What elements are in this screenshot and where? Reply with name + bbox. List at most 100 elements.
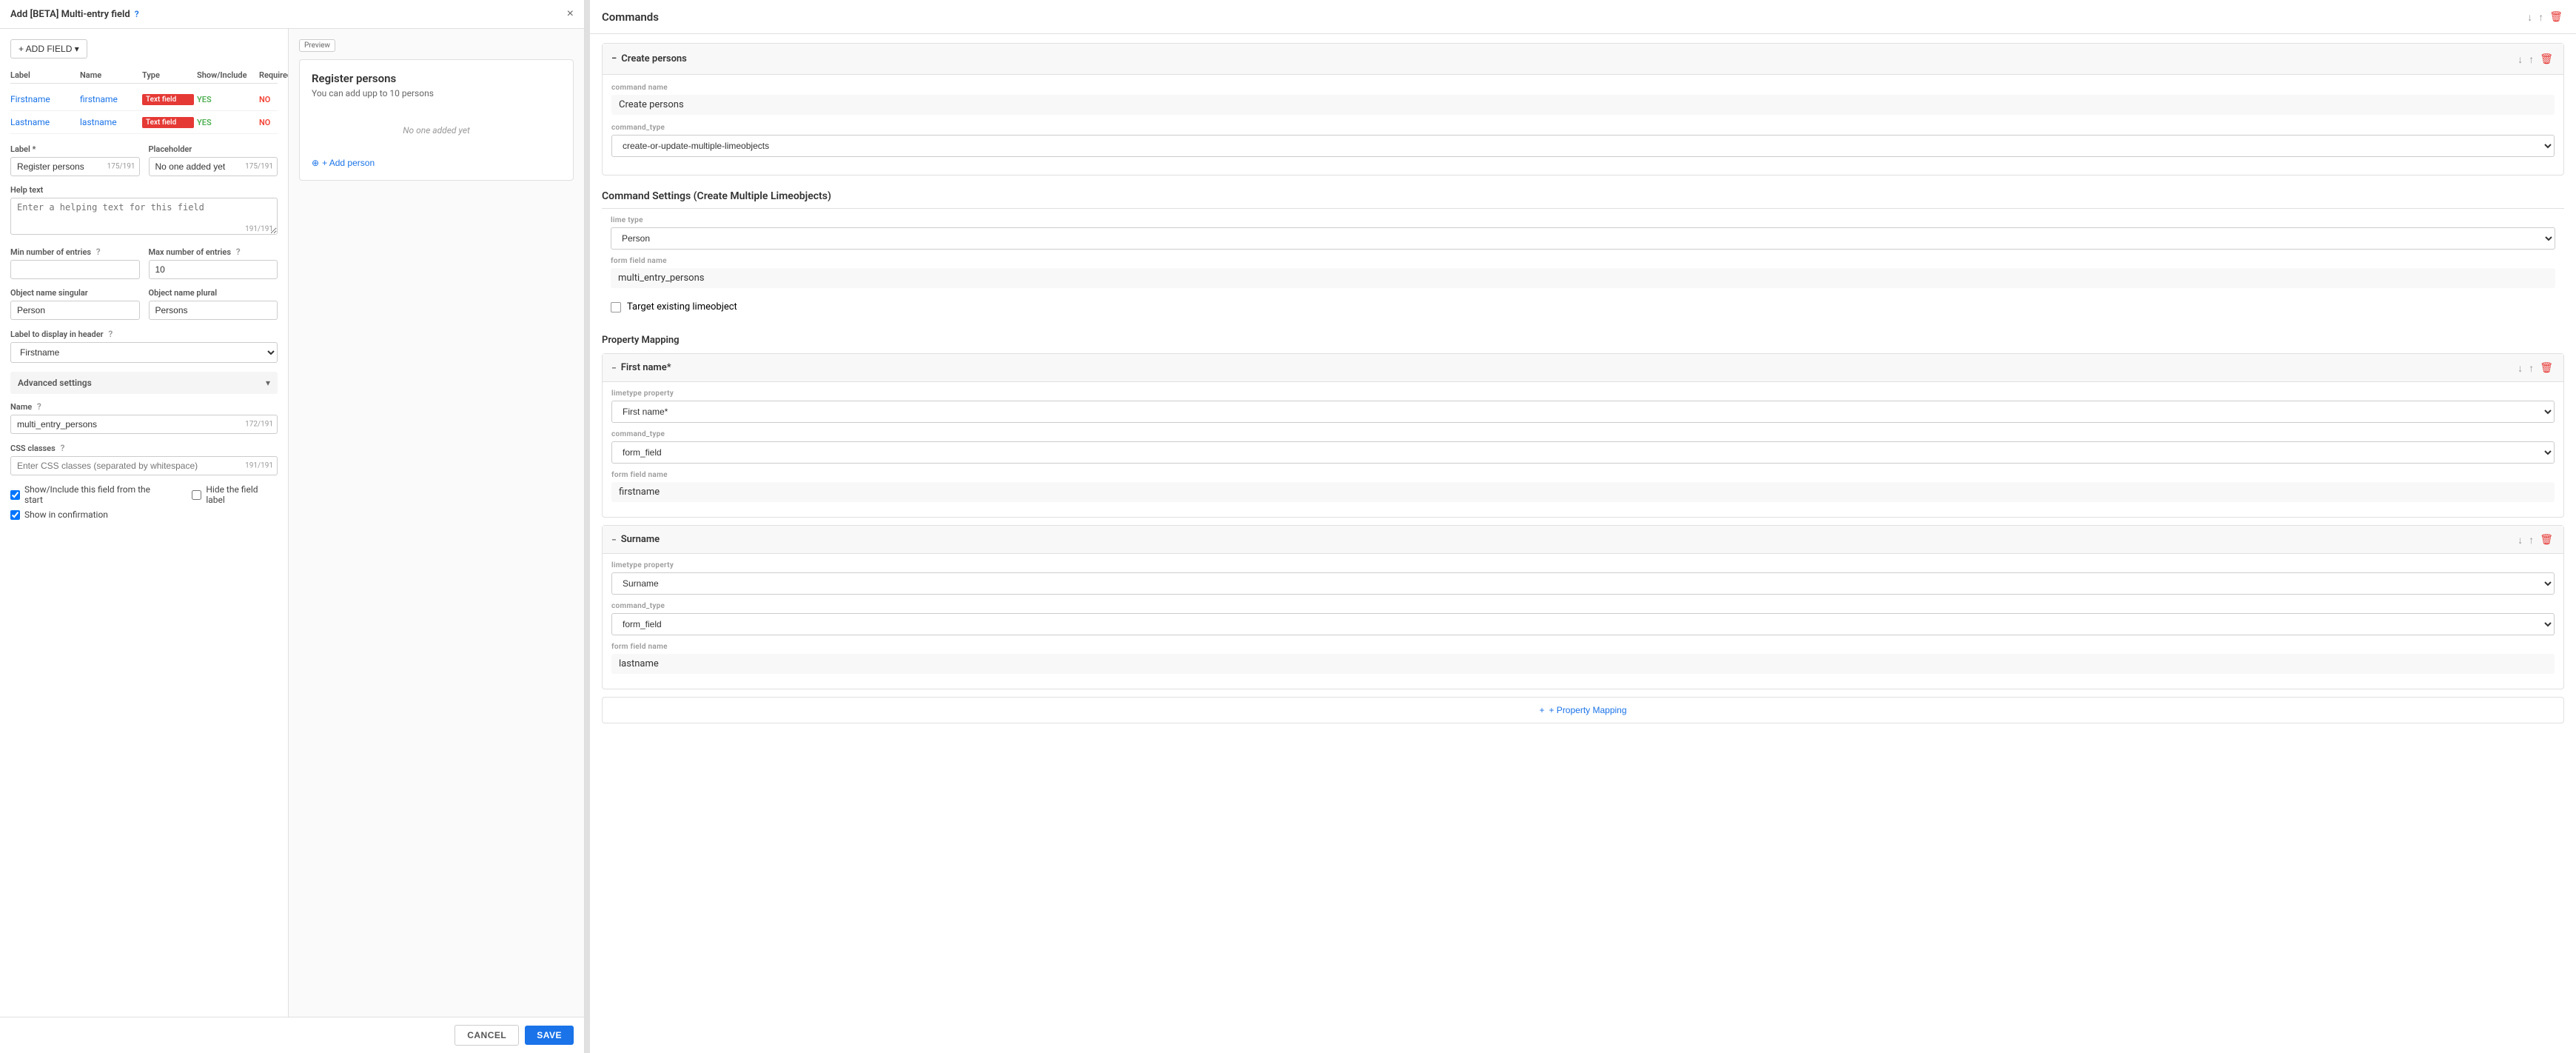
collapse-icon[interactable]: − [611,363,617,373]
section-actions: ↓ ↑ 🗑 [2516,51,2555,67]
lime-type-label: Lime type [611,216,2555,224]
show-value: YES [197,118,256,127]
commands-panel: Commands ↓ ↑ 🗑 − Create persons ↓ ↑ 🗑 [588,0,2576,1053]
label-display-help-icon[interactable]: ? [108,329,113,339]
move-down-icon[interactable]: ↓ [2516,51,2524,67]
show-confirmation-checkbox-group: Show in confirmation [10,509,168,520]
advanced-settings-label: Advanced settings [18,378,92,388]
field-label-link[interactable]: Lastname [10,117,77,127]
create-persons-section: − Create persons ↓ ↑ 🗑 Command Name Crea… [602,43,2564,176]
create-persons-header: − Create persons ↓ ↑ 🗑 [603,44,2563,75]
table-row: Lastname lastname Text field YES NO + ⚙ … [10,111,278,134]
css-classes-help-icon[interactable]: ? [60,443,64,453]
first-name-label: First name* [621,362,671,373]
limetype-property-select[interactable]: First name* [611,401,2555,423]
prop-form-field-name-value: lastname [611,654,2555,674]
add-property-mapping-button[interactable]: + + Property Mapping [602,697,2564,723]
show-include-checkbox-group: Show/Include this field from the start [10,484,168,505]
min-max-row: Min number of entries ? Max number of en… [10,247,278,279]
help-icon[interactable]: ? [135,9,139,19]
object-singular-input[interactable] [10,301,140,320]
delete-command-icon[interactable]: 🗑 [2548,9,2564,24]
help-text-input[interactable] [10,198,278,235]
label-char-count: 175/191 [107,163,135,171]
required-value: NO [259,95,289,104]
add-person-label: + Add person [322,158,375,168]
prop-command-type-select[interactable]: form_field [611,441,2555,464]
name-input[interactable] [10,415,278,434]
show-include-label: Show/Include this field from the start [24,484,168,505]
prop-command-type-label: command_type [611,602,2555,610]
prop-command-type-group: command_type form_field [611,430,2555,464]
collapse-icon[interactable]: − [611,53,617,64]
property-item-actions: ↓ ↑ 🗑 [2516,360,2555,375]
checkboxes-row: Show/Include this field from the start S… [10,484,278,524]
lime-type-select[interactable]: Person [611,227,2555,250]
limetype-property-select[interactable]: Surname [611,572,2555,595]
collapse-icon[interactable]: − [611,535,617,545]
delete-property-icon[interactable]: 🗑 [2538,360,2555,375]
limetype-property-group: Limetype property Surname [611,561,2555,595]
name-char-count: 172/191 [245,421,273,429]
property-item-actions: ↓ ↑ 🗑 [2516,532,2555,547]
modal-header: Add [BETA] Multi-entry field ? × [0,0,584,29]
object-name-row: Object name singular Object name plural [10,288,278,320]
target-existing-checkbox[interactable] [611,302,621,312]
property-item-surname-header: − Surname ↓ ↑ 🗑 [603,526,2563,554]
add-field-button[interactable]: + ADD FIELD ▾ [10,39,87,58]
surname-label: Surname [621,534,660,545]
delete-section-icon[interactable]: 🗑 [2538,51,2555,67]
right-checkboxes: Hide the field label [192,484,278,524]
command-name-group: Command Name Create persons [611,84,2555,115]
modal-overlay: Add [BETA] Multi-entry field ? × + ADD F… [0,0,2576,1053]
prop-form-field-name-label: Form field name [611,643,2555,651]
advanced-settings-toggle[interactable]: Advanced settings ▾ [10,372,278,394]
help-text-group: Help text 191/191 [10,185,278,238]
field-label-link[interactable]: Firstname [10,94,77,104]
css-classes-input-container: 191/191 [10,456,278,475]
label-display-select[interactable]: Firstname [10,342,278,363]
min-entries-label: Min number of entries ? [10,247,140,257]
command-type-select[interactable]: create-or-update-multiple-limeobjects [611,135,2555,157]
delete-property-icon[interactable]: 🗑 [2538,532,2555,547]
preview-badge: Preview [299,39,335,52]
label-input-container: 175/191 [10,157,140,176]
close-button[interactable]: × [567,7,574,21]
prop-command-type-select[interactable]: form_field [611,613,2555,635]
min-entries-input[interactable] [10,260,140,279]
field-name-link[interactable]: firstname [80,94,139,104]
move-down-icon[interactable]: ↓ [2516,360,2524,375]
hide-field-label: Hide the field label [206,484,278,505]
type-badge: Text field [142,94,194,105]
field-name-link[interactable]: lastname [80,117,139,127]
left-panel: Add [BETA] Multi-entry field ? × + ADD F… [0,0,585,1053]
object-plural-input[interactable] [149,301,278,320]
move-down-icon[interactable]: ↓ [2516,532,2524,547]
move-up-icon[interactable]: ↑ [2527,51,2535,67]
limetype-property-group: Limetype property First name* [611,390,2555,423]
max-entries-input[interactable] [149,260,278,279]
target-existing-row: Target existing limeobject [602,295,2564,318]
max-entries-help-icon[interactable]: ? [236,247,241,257]
help-text-char-count: 191/191 [245,225,273,233]
save-button[interactable]: SAVE [525,1026,574,1045]
css-classes-input[interactable] [10,456,278,475]
show-include-checkbox[interactable] [10,490,20,500]
move-up-icon[interactable]: ↑ [2537,9,2545,24]
object-singular-label: Object name singular [10,288,140,298]
name-help-icon[interactable]: ? [37,401,41,412]
prop-command-type-group: command_type form_field [611,602,2555,635]
prop-form-field-name-value: firstname [611,482,2555,502]
cancel-button[interactable]: CANCEL [455,1025,519,1046]
show-confirmation-checkbox[interactable] [10,510,20,520]
help-text-container: 191/191 [10,198,278,238]
col-label: Label [10,70,77,80]
move-down-icon[interactable]: ↓ [2526,9,2534,24]
hide-field-checkbox[interactable] [192,490,201,500]
name-group: Name ? 172/191 [10,401,278,434]
add-person-button[interactable]: ⊕ + Add person [312,158,375,168]
move-up-icon[interactable]: ↑ [2527,532,2535,547]
type-badge: Text field [142,117,194,128]
min-entries-help-icon[interactable]: ? [96,247,101,257]
move-up-icon[interactable]: ↑ [2527,360,2535,375]
